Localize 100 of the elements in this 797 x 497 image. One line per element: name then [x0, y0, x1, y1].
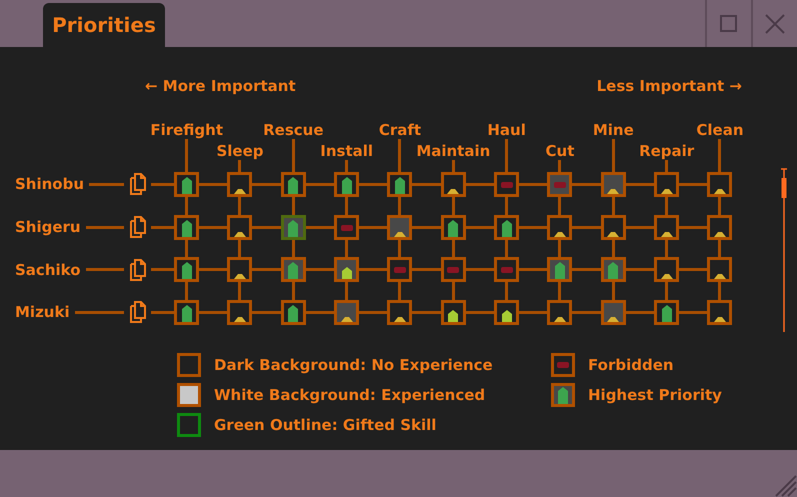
priority-cell[interactable] [174, 300, 200, 325]
priority-cell[interactable] [440, 172, 466, 197]
priority-cell[interactable] [547, 214, 572, 240]
job-header[interactable]: Firefight [150, 121, 223, 139]
more-important-label: ← More Important [145, 77, 296, 95]
priority-cell[interactable] [600, 257, 626, 282]
priority-cell[interactable] [440, 214, 466, 240]
priority-cell[interactable] [387, 300, 412, 325]
forbidden-icon [340, 224, 353, 231]
priority-cell[interactable] [600, 214, 626, 240]
low-priority-icon [714, 230, 726, 237]
forbidden-icon [557, 362, 569, 368]
priority-cell[interactable] [654, 257, 680, 282]
low-priority-icon [714, 188, 726, 194]
priority-cell[interactable] [707, 257, 732, 282]
document-icon[interactable] [130, 216, 148, 238]
priority-cell[interactable] [334, 300, 360, 325]
job-header[interactable]: Clean [696, 121, 744, 139]
legend-label: Forbidden [588, 356, 674, 374]
legend-label: White Background: Experienced [214, 386, 486, 404]
priority-cell[interactable] [174, 214, 200, 240]
window-title[interactable]: Priorities [43, 3, 165, 47]
colonist-name[interactable]: Sachiko [15, 260, 81, 279]
low-priority-icon [234, 273, 246, 280]
priority-cell[interactable] [387, 172, 412, 197]
high-priority-icon [502, 220, 512, 237]
priority-cell[interactable] [387, 214, 412, 240]
priority-cell[interactable] [227, 214, 252, 240]
job-header[interactable]: Maintain [416, 142, 490, 160]
legend-label: Dark Background: No Experience [214, 356, 493, 374]
legend-swatch [177, 352, 201, 377]
priority-cell[interactable] [334, 214, 360, 240]
scrollbar[interactable] [780, 168, 788, 332]
document-icon[interactable] [130, 173, 148, 196]
high-priority-icon [558, 386, 568, 404]
high-priority-icon [182, 220, 192, 237]
priority-cell[interactable] [280, 214, 306, 240]
high-priority-icon [342, 176, 352, 194]
job-header[interactable]: Mine [592, 121, 634, 139]
forbidden-icon [500, 182, 513, 188]
job-header[interactable]: Sleep [216, 142, 264, 160]
priority-cell[interactable] [334, 257, 360, 282]
high-priority-icon [448, 220, 458, 237]
job-header[interactable]: Craft [378, 121, 422, 139]
priority-cell[interactable] [387, 257, 412, 282]
high-priority-icon [288, 304, 298, 322]
priority-cell[interactable] [227, 257, 252, 282]
job-header[interactable]: Install [320, 142, 374, 160]
colonist-name[interactable]: Shinobu [15, 175, 84, 194]
document-icon[interactable] [130, 301, 148, 324]
forbidden-icon [500, 267, 513, 274]
priority-cell[interactable] [707, 300, 732, 325]
priority-cell[interactable] [227, 172, 252, 197]
priority-cell[interactable] [494, 172, 520, 197]
high-priority-icon [182, 262, 192, 280]
low-priority-icon [234, 316, 246, 322]
colonist-name[interactable]: Shigeru [15, 218, 81, 236]
job-header[interactable]: Cut [546, 142, 574, 160]
high-priority-icon [182, 176, 192, 194]
priority-cell[interactable] [334, 172, 360, 197]
priority-cell[interactable] [440, 257, 466, 282]
job-header[interactable]: Repair [639, 142, 694, 160]
low-priority-icon [660, 188, 673, 194]
priority-cell[interactable] [654, 300, 680, 325]
priority-cell[interactable] [547, 257, 572, 282]
priority-cell[interactable] [280, 300, 306, 325]
job-header[interactable]: Rescue [263, 121, 324, 139]
forbidden-icon [447, 267, 460, 274]
priority-cell[interactable] [280, 172, 306, 197]
priority-cell[interactable] [280, 257, 306, 282]
high-priority-icon [288, 220, 298, 237]
medium-priority-icon [448, 310, 458, 322]
low-priority-icon [447, 188, 460, 194]
priority-cell[interactable] [547, 300, 572, 325]
document-icon[interactable] [130, 258, 148, 281]
priority-cell[interactable] [600, 300, 626, 325]
low-priority-icon [394, 230, 406, 237]
priority-cell[interactable] [494, 214, 520, 240]
priority-cell[interactable] [547, 172, 572, 197]
priority-cell[interactable] [707, 172, 732, 197]
low-priority-icon [607, 188, 620, 194]
priority-cell[interactable] [494, 257, 520, 282]
priority-cell[interactable] [600, 172, 626, 197]
priority-cell[interactable] [654, 214, 680, 240]
high-priority-icon [608, 262, 618, 280]
priority-cell[interactable] [494, 300, 520, 325]
high-priority-icon [394, 176, 405, 194]
medium-priority-icon [502, 310, 512, 322]
priority-cell[interactable] [174, 257, 200, 282]
priority-cell[interactable] [654, 172, 680, 197]
low-priority-icon [607, 316, 620, 322]
high-priority-icon [182, 304, 192, 322]
priority-cell[interactable] [174, 172, 200, 197]
priority-cell[interactable] [227, 300, 252, 325]
priority-cell[interactable] [440, 300, 466, 325]
colonist-name[interactable]: Mizuki [15, 303, 70, 322]
priority-cell[interactable] [707, 214, 732, 240]
job-header[interactable]: Haul [487, 121, 526, 139]
low-priority-icon [660, 273, 673, 280]
square-icon [719, 14, 739, 34]
